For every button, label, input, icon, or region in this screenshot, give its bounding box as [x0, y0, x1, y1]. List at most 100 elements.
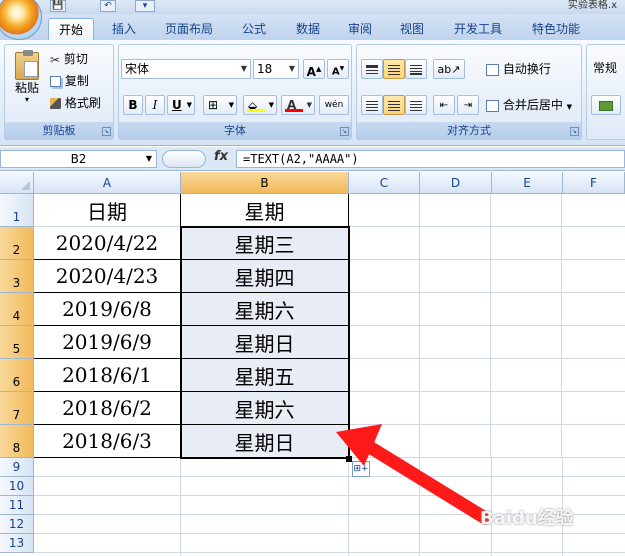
align-left-button[interactable] [361, 95, 383, 115]
align-right-button[interactable] [405, 95, 427, 115]
cell-b6[interactable]: 星期五 [181, 359, 349, 392]
row-header-1[interactable]: 1 [0, 194, 34, 227]
row-header-7[interactable]: 7 [0, 392, 34, 425]
number-group: 常规 [586, 44, 625, 140]
column-header-d[interactable]: D [420, 172, 492, 194]
format-painter-button[interactable]: 格式刷 [49, 93, 111, 113]
underline-button[interactable]: U ▼ [167, 95, 195, 115]
cell-b7[interactable]: 星期六 [181, 392, 349, 425]
bold-button[interactable]: B [123, 95, 143, 115]
formula-bar: B2 ▼ fx =TEXT(A2,"AAAA") [0, 147, 625, 171]
cell-a7[interactable]: 2018/6/2 [34, 392, 181, 425]
align-middle-button[interactable] [383, 59, 405, 79]
fill-color-swatch [247, 109, 265, 112]
cut-button[interactable]: ✂ 剪切 [49, 49, 111, 69]
name-box[interactable]: B2 ▼ [0, 150, 157, 168]
font-launcher-icon[interactable]: ↘ [340, 127, 349, 136]
cell-b8[interactable]: 星期日 [181, 425, 349, 458]
formula-bar-splitter[interactable] [162, 150, 206, 168]
cell-a3[interactable]: 2020/4/23 [34, 260, 181, 293]
cell-a6[interactable]: 2018/6/1 [34, 359, 181, 392]
column-header-f[interactable]: F [563, 172, 625, 194]
row-header-2[interactable]: 2 [0, 227, 34, 260]
tab-formulas[interactable]: 公式 [232, 18, 276, 40]
column-header-c[interactable]: C [349, 172, 420, 194]
increase-indent-button[interactable]: ⇥ [457, 95, 479, 115]
paste-button[interactable]: 粘贴 ▾ [9, 49, 45, 115]
autofill-options-icon[interactable]: ⊞+ [352, 461, 370, 477]
cell-a1[interactable]: 日期 [34, 194, 181, 227]
tab-review[interactable]: 审阅 [338, 18, 382, 40]
number-format-combo[interactable]: 常规 [593, 59, 617, 76]
align-center-button[interactable] [383, 95, 405, 115]
tab-page-layout[interactable]: 页面布局 [158, 18, 220, 40]
cell-a5[interactable]: 2019/6/9 [34, 326, 181, 359]
underline-icon: U [172, 98, 182, 112]
insert-function-icon[interactable]: fx [214, 149, 228, 164]
worksheet-grid[interactable]: A B C D E F 1 2 3 4 5 6 7 8 9 10 11 12 1… [0, 172, 625, 556]
row-header-11[interactable]: 11 [0, 496, 34, 515]
cell-b4[interactable]: 星期六 [181, 293, 349, 326]
tab-developer[interactable]: 开发工具 [446, 18, 510, 40]
italic-button[interactable]: I [145, 95, 165, 115]
align-top-button[interactable] [361, 59, 383, 79]
cut-label: 剪切 [63, 52, 88, 66]
select-all-corner[interactable] [0, 172, 34, 194]
row-header-6[interactable]: 6 [0, 359, 34, 392]
empty-cells-upper[interactable] [349, 194, 625, 458]
copy-button[interactable]: 复制 [49, 71, 111, 91]
formula-input[interactable]: =TEXT(A2,"AAAA") [236, 150, 625, 168]
clipboard-launcher-icon[interactable]: ↘ [102, 127, 111, 136]
merge-cells-icon [486, 99, 499, 112]
alignment-launcher-icon[interactable]: ↘ [570, 127, 579, 136]
cell-b3[interactable]: 星期四 [181, 260, 349, 293]
row-header-4[interactable]: 4 [0, 293, 34, 326]
font-name-combo[interactable]: 宋体 ▼ [121, 59, 251, 79]
orientation-icon: ab↗ [437, 62, 461, 76]
column-header-b[interactable]: B [181, 172, 349, 194]
font-group-label: 字体 [119, 122, 351, 139]
cell-a8[interactable]: 2018/6/3 [34, 425, 181, 458]
font-color-swatch [285, 109, 303, 112]
border-button[interactable]: ⊞ ▼ [203, 95, 237, 115]
wrap-text-label: 自动换行 [502, 62, 551, 76]
column-header-e[interactable]: E [492, 172, 563, 194]
wrap-text-icon [486, 63, 499, 76]
undo-icon[interactable]: ↶ [100, 0, 116, 12]
font-size-combo[interactable]: 18 ▼ [253, 59, 299, 79]
tab-special[interactable]: 特色功能 [524, 18, 588, 40]
customize-qa-icon[interactable]: ▾ [135, 0, 155, 12]
increase-indent-icon: ⇥ [463, 99, 473, 111]
align-bottom-button[interactable] [405, 59, 427, 79]
row-header-8[interactable]: 8 [0, 425, 34, 458]
tab-data[interactable]: 数据 [286, 18, 330, 40]
grow-font-button[interactable]: A▲ [303, 59, 325, 79]
tab-view[interactable]: 视图 [390, 18, 434, 40]
align-top-icon [366, 64, 378, 75]
orientation-button[interactable]: ab↗ [433, 59, 465, 79]
merge-center-button[interactable]: 合并后居中 ▼ [485, 95, 579, 115]
phonetic-button[interactable]: wén [319, 95, 349, 115]
save-icon[interactable]: 💾 [50, 0, 66, 12]
currency-button[interactable] [591, 95, 621, 115]
cell-b2[interactable]: 星期三 [181, 227, 349, 260]
tab-home[interactable]: 开始 [48, 18, 94, 40]
row-header-9[interactable]: 9 [0, 458, 34, 477]
tab-insert[interactable]: 插入 [100, 18, 148, 40]
decrease-indent-button[interactable]: ⇤ [433, 95, 455, 115]
column-header-a[interactable]: A [34, 172, 181, 194]
font-color-button[interactable]: A ▼ [281, 95, 315, 115]
row-header-10[interactable]: 10 [0, 477, 34, 496]
cell-a2[interactable]: 2020/4/22 [34, 227, 181, 260]
fill-color-button[interactable]: ⬙ ▼ [243, 95, 277, 115]
row-header-5[interactable]: 5 [0, 326, 34, 359]
row-header-13[interactable]: 13 [0, 534, 34, 553]
wrap-text-button[interactable]: 自动换行 [485, 59, 579, 79]
cell-b1[interactable]: 星期 [181, 194, 349, 227]
cell-b5[interactable]: 星期日 [181, 326, 349, 359]
row-header-12[interactable]: 12 [0, 515, 34, 534]
chevron-down-icon: ▼ [288, 64, 295, 73]
row-header-3[interactable]: 3 [0, 260, 34, 293]
shrink-font-button[interactable]: A▼ [327, 59, 349, 79]
cell-a4[interactable]: 2019/6/8 [34, 293, 181, 326]
